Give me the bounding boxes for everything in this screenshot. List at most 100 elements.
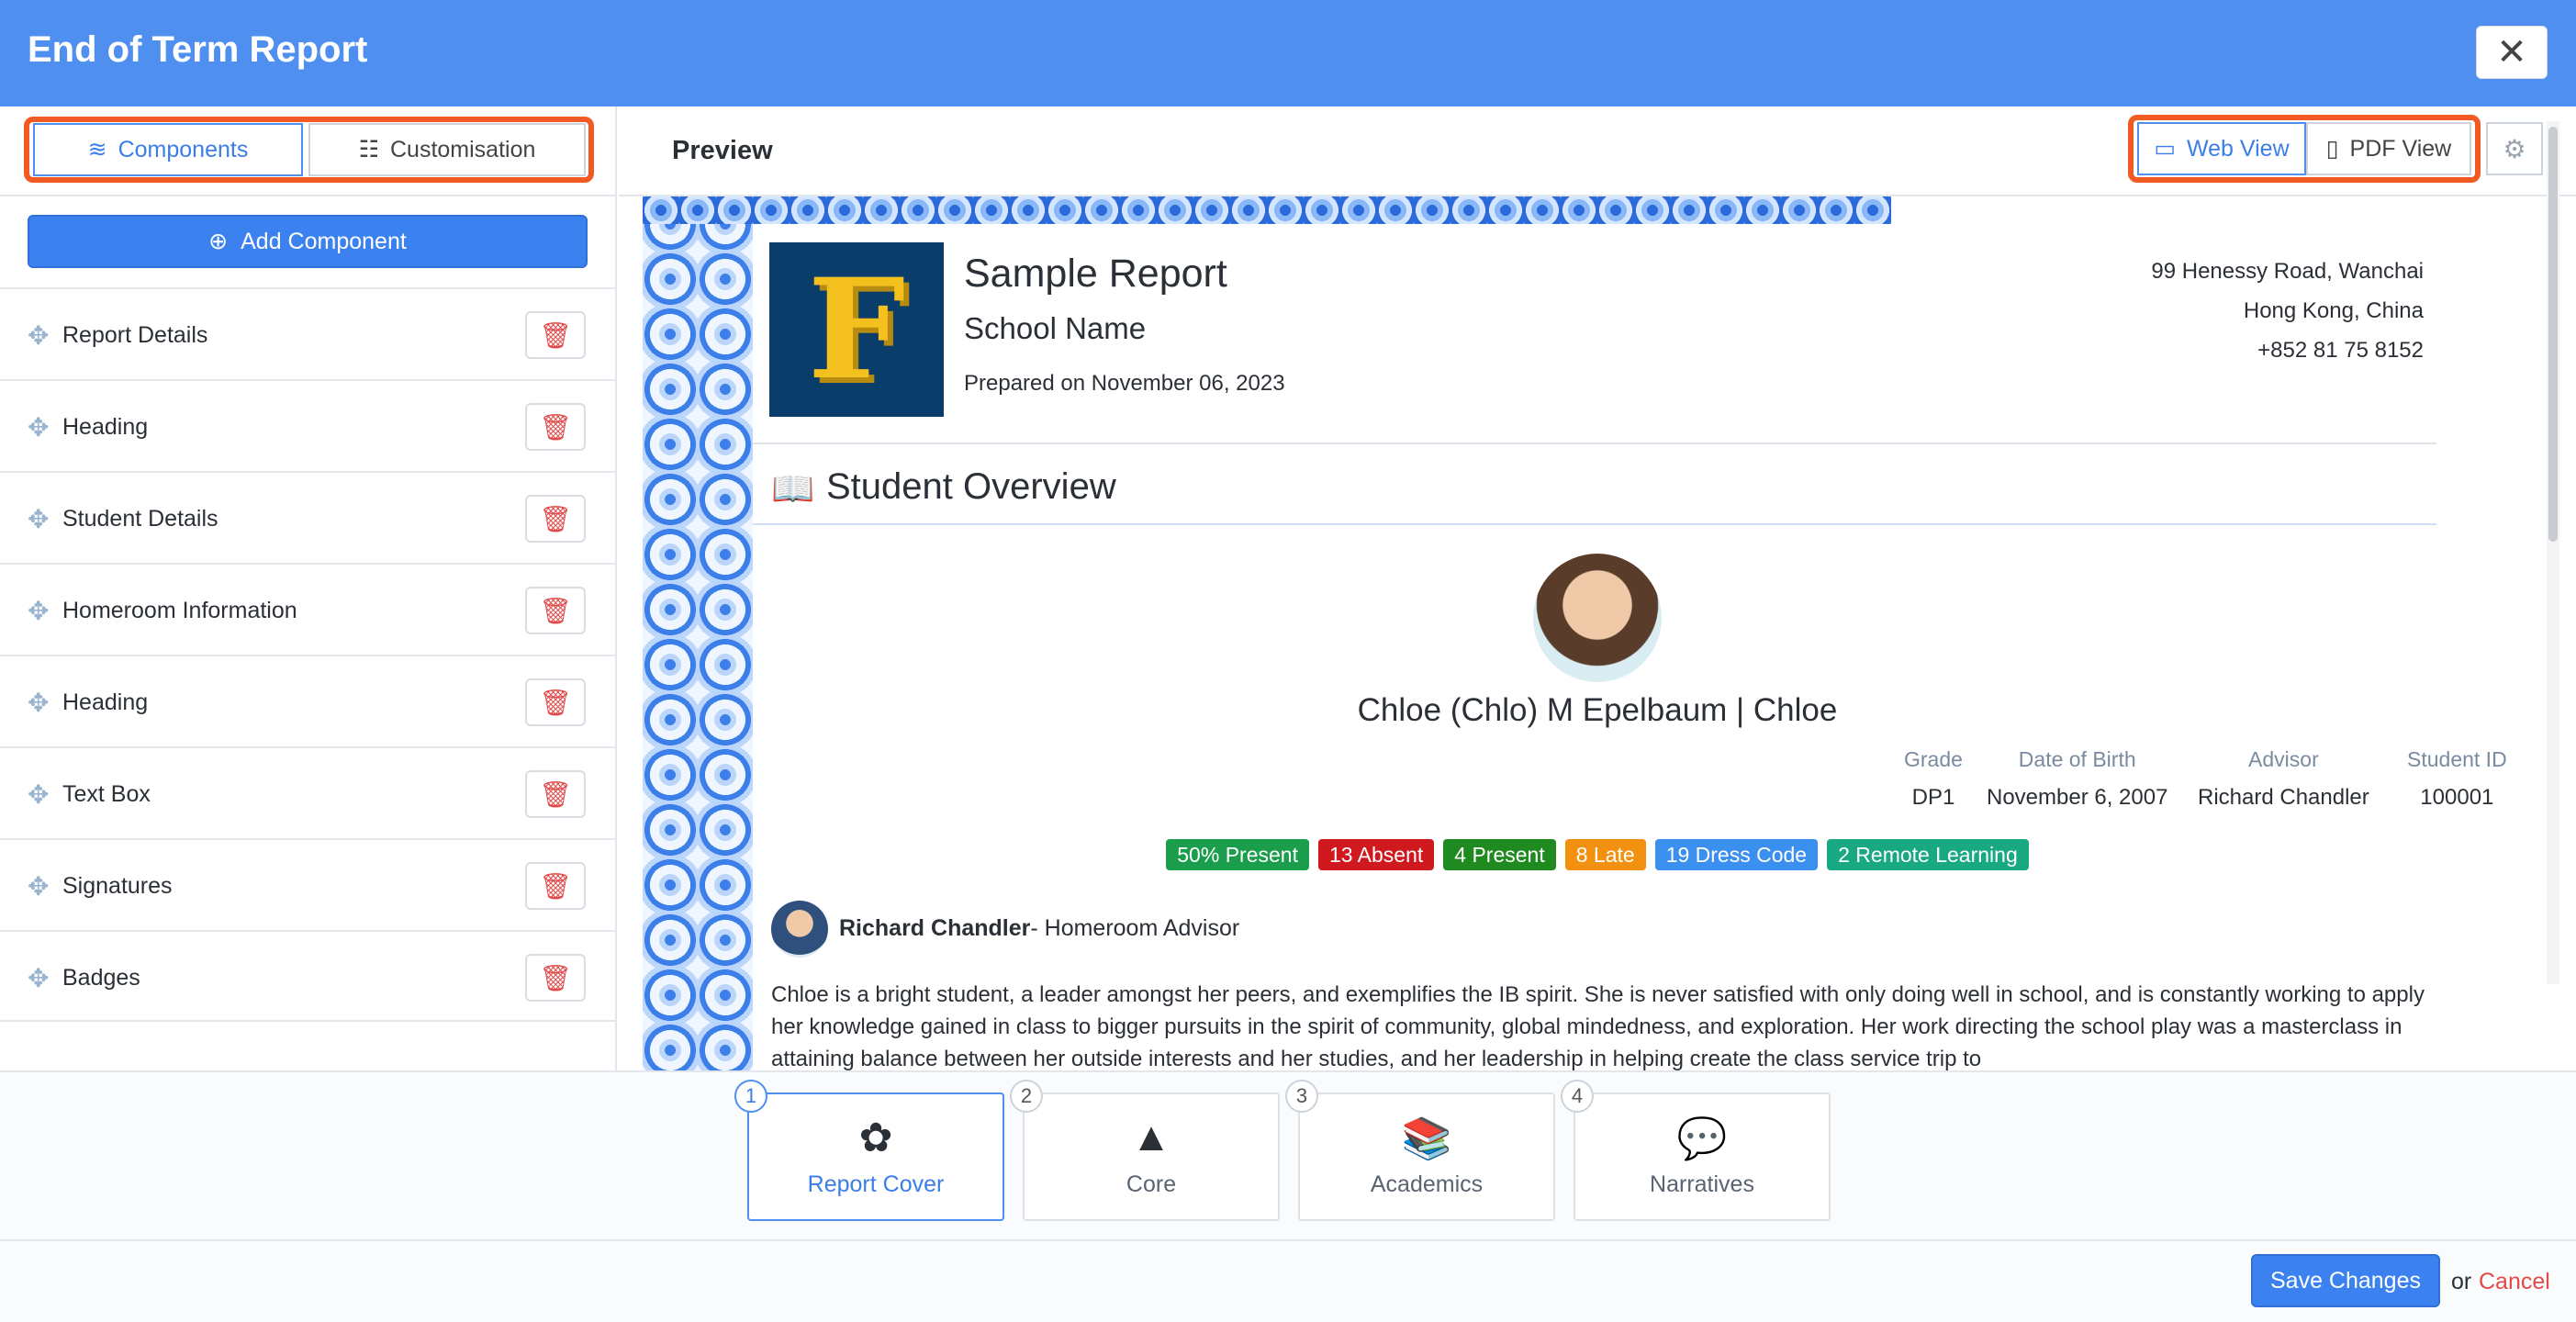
- drag-handle-icon[interactable]: ✥: [28, 598, 55, 625]
- student-avatar: [1533, 554, 1662, 682]
- core-icon: ▲: [1131, 1115, 1171, 1160]
- drag-handle-icon[interactable]: ✥: [28, 414, 55, 442]
- web-view-label: Web View: [2186, 135, 2290, 162]
- step-label: Academics: [1370, 1171, 1484, 1197]
- component-item[interactable]: ✥ Signatures 🗑: [0, 838, 615, 930]
- delete-button[interactable]: 🗑: [525, 495, 586, 543]
- component-label: Student Details: [62, 506, 218, 532]
- address-line: 99 Henessy Road, Wanchai: [2151, 259, 2424, 284]
- add-component-button[interactable]: ⊕ Add Component: [28, 215, 588, 268]
- pdf-file-icon: ▯: [2325, 136, 2339, 162]
- advisor-line: Richard Chandler- Homeroom Advisor: [839, 915, 1239, 942]
- component-item[interactable]: ✥ Badges 🗑: [0, 930, 615, 1022]
- sliders-icon: ☷: [358, 137, 379, 162]
- footer-bar: Save Changes or Cancel: [0, 1239, 2576, 1322]
- address-line: Hong Kong, China: [2243, 298, 2424, 323]
- component-label: Homeroom Information: [62, 598, 297, 623]
- delete-button[interactable]: 🗑: [525, 954, 586, 1002]
- delete-button[interactable]: 🗑: [525, 403, 586, 451]
- settings-button[interactable]: ⚙: [2486, 122, 2543, 175]
- student-name: Chloe (Chlo) M Epelbaum | Chloe: [1357, 692, 1838, 728]
- step-label: Core: [1126, 1171, 1177, 1197]
- trash-icon: 🗑: [539, 963, 572, 992]
- drag-handle-icon[interactable]: ✥: [28, 322, 55, 350]
- scrollbar-thumb[interactable]: [2548, 127, 2558, 542]
- trash-icon: 🗑: [539, 871, 572, 901]
- or-text: or: [2451, 1269, 2472, 1294]
- book-icon: 📖: [771, 470, 815, 509]
- info-advisor: Advisor Richard Chandler: [2198, 747, 2369, 811]
- school-logo: F: [769, 242, 944, 417]
- tab-components-label: Components: [118, 136, 249, 162]
- step-narratives[interactable]: 4 💬 Narratives: [1561, 1080, 1831, 1221]
- tab-components[interactable]: ≋ Components: [33, 123, 303, 176]
- step-label: Narratives: [1650, 1171, 1754, 1197]
- web-view-button[interactable]: ▭ Web View: [2137, 122, 2306, 175]
- drag-handle-icon[interactable]: ✥: [28, 873, 55, 901]
- close-button[interactable]: ✕: [2476, 26, 2548, 79]
- status-badge: 19 Dress Code: [1654, 839, 1819, 870]
- component-item[interactable]: ✥ Text Box 🗑: [0, 746, 615, 838]
- narratives-icon: 💬: [1676, 1116, 1728, 1161]
- trash-icon: 🗑: [539, 688, 572, 717]
- preview-panel: Preview ▭ Web View ▯ PDF View ⚙ F Sample…: [619, 106, 2576, 1070]
- advisor-role: - Homeroom Advisor: [1030, 915, 1240, 941]
- status-badge: 2 Remote Learning: [1827, 839, 2029, 870]
- step-core[interactable]: 2 ▲ Core: [1010, 1080, 1280, 1221]
- info-student-id: Student ID 100001: [2407, 747, 2507, 811]
- info-label: Date of Birth: [2018, 747, 2136, 771]
- decorative-pattern-top: [643, 196, 1891, 224]
- status-badge: 50% Present: [1166, 839, 1309, 870]
- drag-handle-icon[interactable]: ✥: [28, 506, 55, 533]
- trash-icon: 🗑: [539, 412, 572, 442]
- delete-button[interactable]: 🗑: [525, 311, 586, 359]
- plus-circle-icon: ⊕: [208, 229, 229, 254]
- info-value: Richard Chandler: [2198, 785, 2369, 810]
- component-item[interactable]: ✥ Heading 🗑: [0, 379, 615, 471]
- drag-handle-icon[interactable]: ✥: [28, 781, 55, 809]
- delete-button[interactable]: 🗑: [525, 770, 586, 818]
- advisor-avatar: [771, 901, 828, 958]
- info-value: November 6, 2007: [1987, 785, 2168, 810]
- academics-icon: 📚: [1401, 1116, 1452, 1161]
- status-badge: 4 Present: [1443, 839, 1556, 870]
- attendance-badges: 50% Present 13 Absent 4 Present 8 Late 1…: [756, 839, 2438, 870]
- phone-number: +852 81 75 8152: [2257, 338, 2424, 363]
- layers-icon: ≋: [87, 137, 107, 162]
- advisor-name: Richard Chandler: [839, 915, 1031, 941]
- step-number: 3: [1285, 1080, 1318, 1113]
- section-heading: Student Overview: [826, 466, 1116, 507]
- step-academics[interactable]: 3 📚 Academics: [1285, 1080, 1555, 1221]
- components-panel: ≋ Components ☷ Customisation ⊕ Add Compo…: [0, 106, 617, 1070]
- divider: [753, 443, 2436, 444]
- component-label: Badges: [62, 965, 140, 991]
- component-item[interactable]: ✥ Student Details 🗑: [0, 471, 615, 563]
- app-title: End of Term Report: [28, 29, 368, 70]
- trash-icon: 🗑: [539, 779, 572, 809]
- delete-button[interactable]: 🗑: [525, 587, 586, 634]
- step-number: 4: [1561, 1080, 1594, 1113]
- delete-button[interactable]: 🗑: [525, 678, 586, 726]
- component-label: Heading: [62, 414, 149, 440]
- save-changes-button[interactable]: Save Changes: [2251, 1254, 2440, 1307]
- info-label: Student ID: [2407, 747, 2507, 771]
- component-label: Signatures: [62, 873, 173, 899]
- delete-button[interactable]: 🗑: [525, 862, 586, 910]
- tab-customisation-label: Customisation: [390, 136, 536, 162]
- component-item[interactable]: ✥ Homeroom Information 🗑: [0, 563, 615, 655]
- info-grade: Grade DP1: [1904, 747, 1963, 811]
- info-value: DP1: [1911, 785, 1955, 810]
- step-report-cover[interactable]: 1 ✿ Report Cover: [734, 1080, 1004, 1221]
- drag-handle-icon[interactable]: ✥: [28, 965, 55, 992]
- pdf-view-button[interactable]: ▯ PDF View: [2306, 122, 2471, 175]
- component-item[interactable]: ✥ Report Details 🗑: [0, 287, 615, 379]
- add-component-label: Add Component: [241, 228, 407, 254]
- tab-customisation[interactable]: ☷ Customisation: [308, 123, 586, 176]
- trash-icon: 🗑: [539, 596, 572, 625]
- cancel-link[interactable]: Cancel: [2479, 1269, 2550, 1295]
- step-label: Report Cover: [807, 1171, 945, 1197]
- section-stepper: 1 ✿ Report Cover 2 ▲ Core 3 📚 Academics …: [0, 1070, 2576, 1239]
- school-name: School Name: [964, 311, 1147, 345]
- component-item[interactable]: ✥ Heading 🗑: [0, 655, 615, 746]
- drag-handle-icon[interactable]: ✥: [28, 689, 55, 717]
